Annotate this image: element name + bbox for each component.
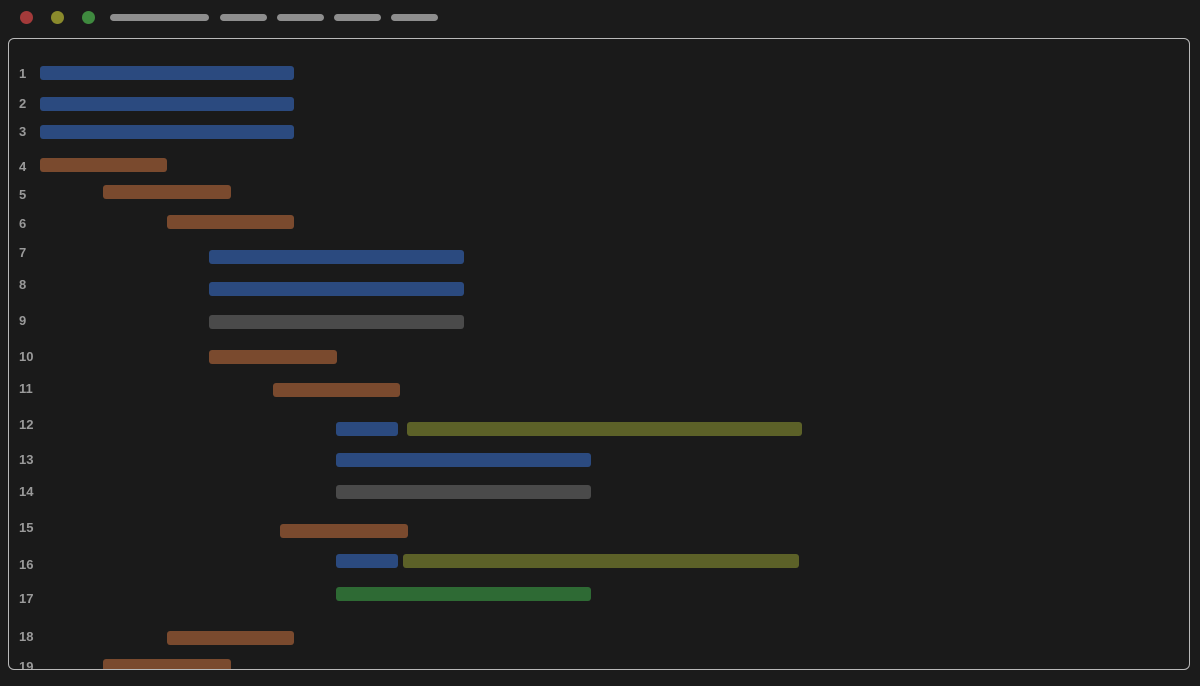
code-token	[336, 587, 591, 601]
code-token	[167, 631, 294, 645]
code-token	[40, 66, 294, 80]
code-token	[209, 315, 464, 329]
line-number: 2	[19, 96, 27, 111]
line-number: 19	[19, 659, 34, 670]
tab-3[interactable]	[277, 14, 324, 21]
line-number: 9	[19, 313, 27, 328]
code-token	[280, 524, 408, 538]
line-number: 5	[19, 187, 27, 202]
line-number: 14	[19, 484, 34, 499]
code-token	[336, 422, 398, 436]
line-number: 3	[19, 124, 27, 139]
code-token	[103, 185, 231, 199]
code-token	[103, 659, 231, 669]
code-token	[40, 158, 167, 172]
code-token	[209, 250, 464, 264]
tab-2[interactable]	[220, 14, 267, 21]
line-number: 1	[19, 66, 27, 81]
line-number: 13	[19, 452, 34, 467]
line-number: 18	[19, 629, 34, 644]
line-number: 8	[19, 277, 27, 292]
code-token	[407, 422, 802, 436]
tab-5[interactable]	[391, 14, 438, 21]
line-number: 11	[19, 381, 33, 396]
code-token	[209, 282, 464, 296]
code-token	[273, 383, 400, 397]
line-number: 7	[19, 245, 27, 260]
line-number: 10	[19, 349, 34, 364]
title-bar	[0, 0, 1200, 36]
code-token	[403, 554, 799, 568]
code-token	[40, 97, 294, 111]
code-editor[interactable]: 1 2 3 4 5 6 7 8 9 10 11 12 13 14 15 16 1…	[8, 38, 1190, 670]
minimize-button[interactable]	[51, 11, 64, 24]
line-number: 15	[19, 520, 34, 535]
maximize-button[interactable]	[82, 11, 95, 24]
close-button[interactable]	[20, 11, 33, 24]
line-number: 16	[19, 557, 34, 572]
code-token	[336, 453, 591, 467]
code-token	[167, 215, 294, 229]
tab-4[interactable]	[334, 14, 381, 21]
code-token	[40, 125, 294, 139]
code-token	[336, 485, 591, 499]
tab-1[interactable]	[110, 14, 209, 21]
line-number: 6	[19, 216, 27, 231]
line-number: 17	[19, 591, 34, 606]
line-number: 4	[19, 159, 27, 174]
code-token	[336, 554, 398, 568]
line-number: 12	[19, 417, 34, 432]
code-token	[209, 350, 337, 364]
